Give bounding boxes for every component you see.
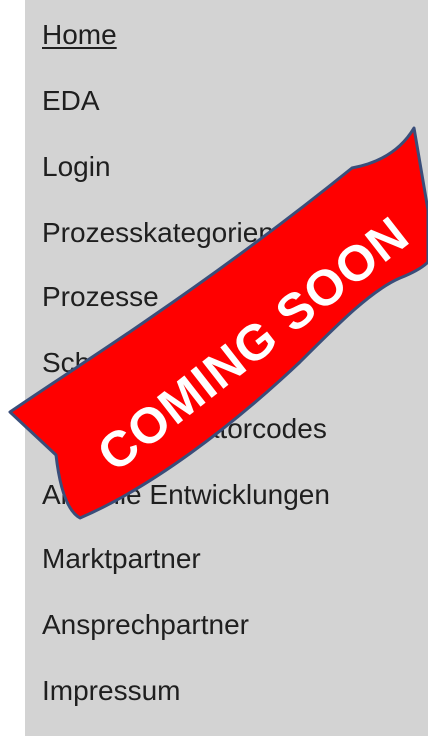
nav-item-impressum[interactable]: Impressum <box>42 674 180 708</box>
nav-item-ansprechpartner[interactable]: Ansprechpartner <box>42 608 249 642</box>
nav-item-eda[interactable]: EDA <box>42 84 100 118</box>
nav-item-aktuelle-entwicklungen[interactable]: Aktuelle Entwicklungen <box>42 478 330 512</box>
nav-item-marktpartner[interactable]: Marktpartner <box>42 542 201 576</box>
nav-item-prozesskategorien[interactable]: Prozesskategorien <box>42 216 274 250</box>
nav-item-login[interactable]: Login <box>42 150 111 184</box>
nav-item-prozesse[interactable]: Prozesse <box>42 280 159 314</box>
nav-item-pruefidentifikatoren[interactable]: Pruefidentifikatorcodes <box>42 412 327 446</box>
nav-item-schema[interactable]: Schema <box>42 346 145 380</box>
nav-item-home[interactable]: Home <box>42 18 117 52</box>
sidebar-nav: Home EDA Login Prozesskategorien Prozess… <box>25 0 428 736</box>
